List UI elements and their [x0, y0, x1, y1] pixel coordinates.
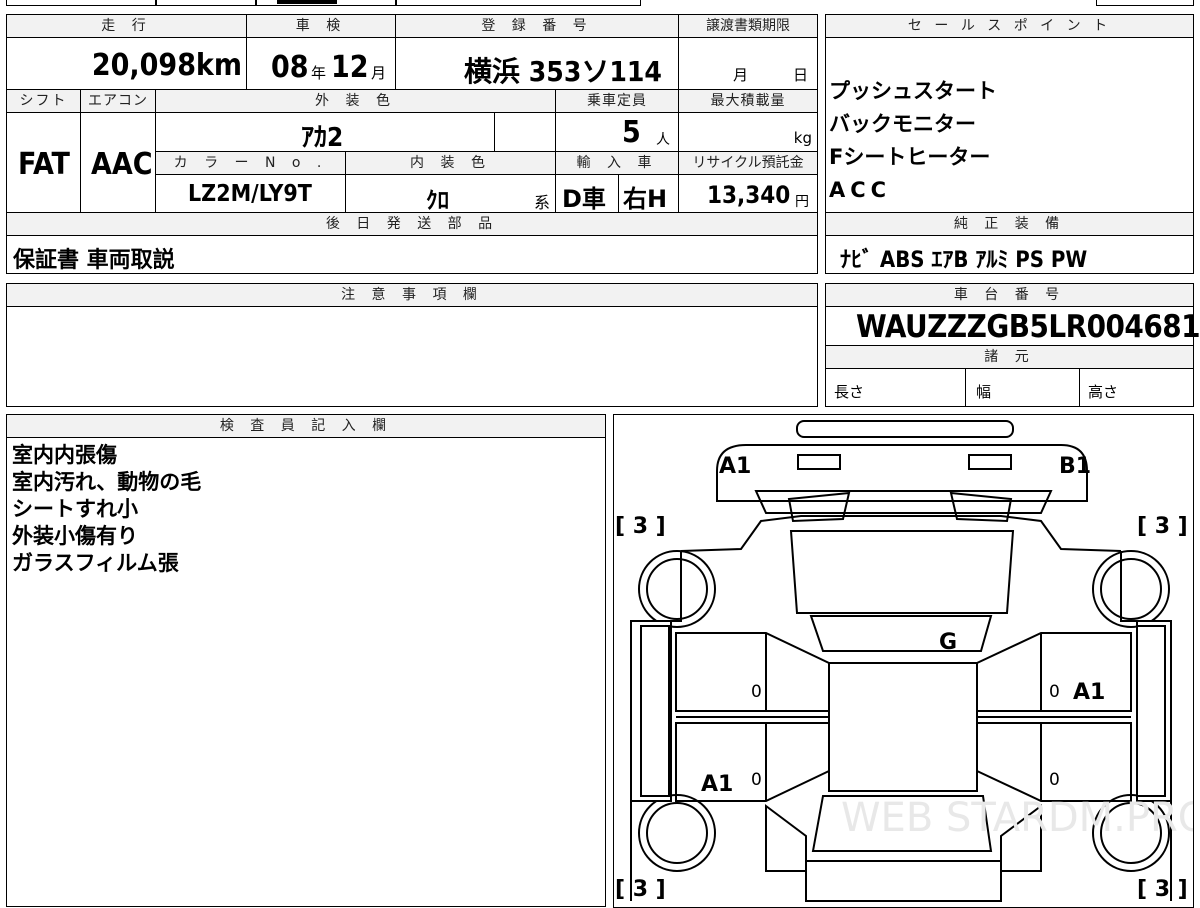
later-parts-label: 後 日 発 送 部 品 — [6, 212, 818, 236]
sales-point-item: ACC — [829, 178, 892, 202]
inspector-line: シートすれ小 — [12, 497, 138, 521]
notes-area — [6, 306, 818, 407]
vehicle-diagram: WEB STARDM.PRO A1 B1 G A1 A1 [ 3 ] [ 3 ]… — [615, 420, 1194, 902]
mark-right-front-door: A1 — [1073, 680, 1105, 705]
chassis-cell: WAUZZZGB5LR004681 — [825, 306, 1200, 346]
inspection-month-unit: 月 — [371, 64, 387, 82]
exterior-color-label: 外 装 色 — [155, 89, 556, 113]
inspection-label: 車 検 — [246, 14, 396, 38]
zero-mark-left-rear: 0 — [751, 770, 762, 790]
max-load-label: 最大積載量 — [678, 89, 818, 113]
transfer-deadline-label: 譲渡書類期限 — [678, 14, 818, 38]
notes-label: 注 意 事 項 欄 — [6, 283, 818, 307]
registration-value: 横浜 353ソ114 — [464, 55, 662, 88]
interior-color-label: 内 装 色 — [345, 151, 556, 175]
recycle-unit: 円 — [795, 194, 809, 210]
max-load-cell: kg — [678, 112, 818, 152]
shift-label: シフト — [6, 89, 81, 113]
interior-color-suffix: 系 — [534, 193, 551, 212]
recycle-value: 13,340 — [707, 181, 791, 209]
spec-width-cell: 幅 — [965, 368, 1080, 407]
mileage-unit: km — [195, 48, 242, 83]
capacity-cell: 5 人 — [555, 112, 679, 152]
sales-points-box: プッシュスタート バックモニター Fシートヒーター ACC — [825, 37, 1194, 213]
capacity-unit: 人 — [656, 132, 670, 148]
later-parts-cell: 保証書 車両取説 — [6, 235, 818, 274]
exterior-color-value: ｱｶ2 — [301, 123, 344, 153]
specs-label: 諸 元 — [825, 345, 1194, 369]
capacity-value: 5 — [622, 115, 641, 150]
inspection-year: 08 — [271, 50, 309, 85]
exterior-color-cell: ｱｶ2 — [155, 112, 495, 153]
aircon-label: エアコン — [80, 89, 156, 113]
spec-height-cell: 高さ — [1079, 368, 1194, 407]
spec-width-label: 幅 — [976, 383, 992, 401]
tire-mark-front-right: [ 3 ] — [1137, 514, 1188, 539]
tire-mark-front-left: [ 3 ] — [615, 514, 666, 539]
transfer-day-unit: 日 — [793, 66, 809, 84]
inspection-year-unit: 年 — [311, 64, 327, 82]
aircon-cell: AAC — [80, 112, 156, 213]
registration-cell: 横浜 353ソ114 — [395, 37, 679, 90]
inspector-line: ガラスフィルム張 — [12, 551, 179, 575]
inspector-line: 室内汚れ、動物の毛 — [12, 470, 202, 494]
zero-mark-left-front: 0 — [751, 682, 762, 702]
tire-mark-rear-right: [ 3 ] — [1137, 877, 1188, 902]
import-type-cell: D車 — [555, 174, 619, 213]
spec-length-cell: 長さ — [825, 368, 966, 407]
zero-mark-right-rear: 0 — [1049, 770, 1060, 790]
color-no-label: カ ラ ー N o . — [155, 151, 346, 175]
mark-front-right: B1 — [1059, 454, 1091, 479]
inspector-line: 室内内張傷 — [12, 443, 117, 467]
mark-roof: G — [939, 630, 957, 655]
max-load-unit: kg — [793, 129, 812, 147]
transfer-deadline-cell: 月 日 — [678, 37, 818, 90]
diagram-watermark: WEB STARDM.PRO — [841, 795, 1194, 841]
transfer-month-unit: 月 — [733, 66, 749, 84]
sales-point-item: バックモニター — [829, 112, 976, 136]
color-no-value: LZ2M/LY9T — [188, 181, 312, 207]
chassis-label: 車 台 番 号 — [825, 283, 1194, 307]
recycle-label: リサイクル預託金 — [678, 151, 818, 175]
genuine-equipment-value: ﾅﾋﾞ ABS ｴｱB ｱﾙﾐ PS PW — [840, 248, 1088, 273]
tire-mark-rear-left: [ 3 ] — [615, 877, 666, 902]
mark-front-left: A1 — [719, 454, 751, 479]
import-steering-value: 右H — [623, 185, 668, 213]
vehicle-diagram-box: WEB STARDM.PRO A1 B1 G A1 A1 [ 3 ] [ 3 ]… — [613, 414, 1194, 908]
chassis-value: WAUZZZGB5LR004681 — [856, 309, 1200, 345]
sales-point-item: プッシュスタート — [829, 79, 997, 103]
import-label: 輸 入 車 — [555, 151, 679, 175]
capacity-label: 乗車定員 — [555, 89, 679, 113]
sales-point-item: Fシートヒーター — [829, 145, 991, 169]
mark-left-rear-door: A1 — [701, 772, 733, 797]
shift-value: FAT — [18, 147, 70, 182]
inspection-cell: 08 年 12 月 — [246, 37, 396, 90]
sales-points-label: セ ー ル ス ポ イ ン ト — [825, 14, 1194, 38]
import-steering-cell: 右H — [618, 174, 679, 213]
mileage-cell: 20,098 km — [6, 37, 247, 90]
color-no-cell: LZ2M/LY9T — [155, 174, 346, 213]
registration-label: 登 録 番 号 — [395, 14, 679, 38]
spec-height-label: 高さ — [1088, 383, 1119, 401]
top-strip — [6, 0, 1194, 6]
interior-color-cell: ｸﾛ 系 — [345, 174, 556, 214]
mileage-value: 20,098 — [91, 48, 196, 83]
exterior-color-extra-cell — [494, 112, 556, 152]
import-type-value: D車 — [562, 185, 606, 213]
recycle-cell: 13,340 円 — [678, 174, 818, 213]
genuine-equipment-label: 純 正 装 備 — [825, 212, 1194, 236]
inspector-area: 室内内張傷 室内汚れ、動物の毛 シートすれ小 外装小傷有り ガラスフィルム張 — [6, 437, 606, 907]
inspector-label: 検 査 員 記 入 欄 — [6, 414, 606, 438]
inspection-month: 12 — [331, 50, 369, 85]
zero-mark-right-front: 0 — [1049, 682, 1060, 702]
inspector-line: 外装小傷有り — [12, 524, 138, 548]
interior-color-value: ｸﾛ — [426, 188, 449, 214]
later-parts-value: 保証書 車両取説 — [13, 248, 175, 273]
spec-length-label: 長さ — [834, 383, 865, 401]
mileage-label: 走 行 — [6, 14, 247, 38]
shift-cell: FAT — [6, 112, 81, 213]
aircon-value: AAC — [91, 147, 153, 182]
genuine-equipment-cell: ﾅﾋﾞ ABS ｴｱB ｱﾙﾐ PS PW — [825, 235, 1194, 274]
